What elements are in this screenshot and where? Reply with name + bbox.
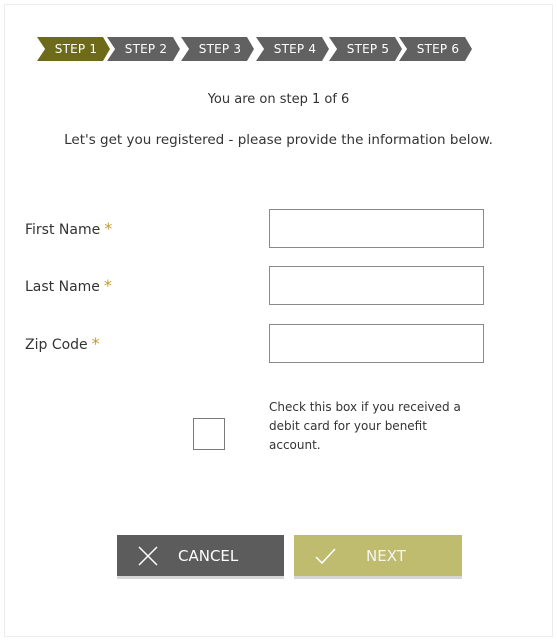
- step-3-label: STEP 3: [181, 37, 254, 61]
- step-5: STEP 5: [328, 36, 404, 62]
- step-6: STEP 6: [398, 36, 474, 62]
- intro-text: Let's get you registered - please provid…: [64, 132, 493, 148]
- required-marker: *: [91, 334, 100, 353]
- zip-code-label: Zip Code *: [25, 334, 100, 353]
- step-4: STEP 4: [255, 36, 331, 62]
- step-6-label: STEP 6: [399, 37, 472, 61]
- debit-card-checkbox-label: Check this box if you received a debit c…: [269, 400, 461, 452]
- next-button-label: NEXT: [366, 546, 406, 565]
- step-status-text: You are on step 1 of 6: [207, 92, 350, 107]
- first-name-label: First Name *: [25, 219, 112, 238]
- debit-card-checkbox[interactable]: [193, 418, 225, 450]
- cancel-button[interactable]: CANCEL: [117, 535, 284, 579]
- cancel-button-label: CANCEL: [178, 546, 239, 565]
- step-2-label: STEP 2: [107, 37, 180, 61]
- step-1-label: STEP 1: [37, 37, 110, 61]
- first-name-input[interactable]: [269, 209, 484, 248]
- next-button[interactable]: NEXT: [294, 535, 462, 579]
- step-4-label: STEP 4: [256, 37, 329, 61]
- zip-code-label-text: Zip Code: [25, 337, 88, 353]
- last-name-label: Last Name *: [25, 276, 112, 295]
- required-marker: *: [104, 219, 113, 238]
- checkmark-icon: [315, 547, 336, 564]
- step-1: STEP 1: [36, 36, 112, 62]
- step-5-label: STEP 5: [329, 37, 402, 61]
- last-name-label-text: Last Name: [25, 279, 100, 295]
- step-2: STEP 2: [106, 36, 182, 62]
- required-marker: *: [103, 276, 112, 295]
- last-name-input[interactable]: [269, 266, 484, 305]
- zip-code-input[interactable]: [269, 324, 484, 363]
- step-3: STEP 3: [180, 36, 256, 62]
- close-icon: [138, 545, 158, 566]
- first-name-label-text: First Name: [25, 222, 101, 238]
